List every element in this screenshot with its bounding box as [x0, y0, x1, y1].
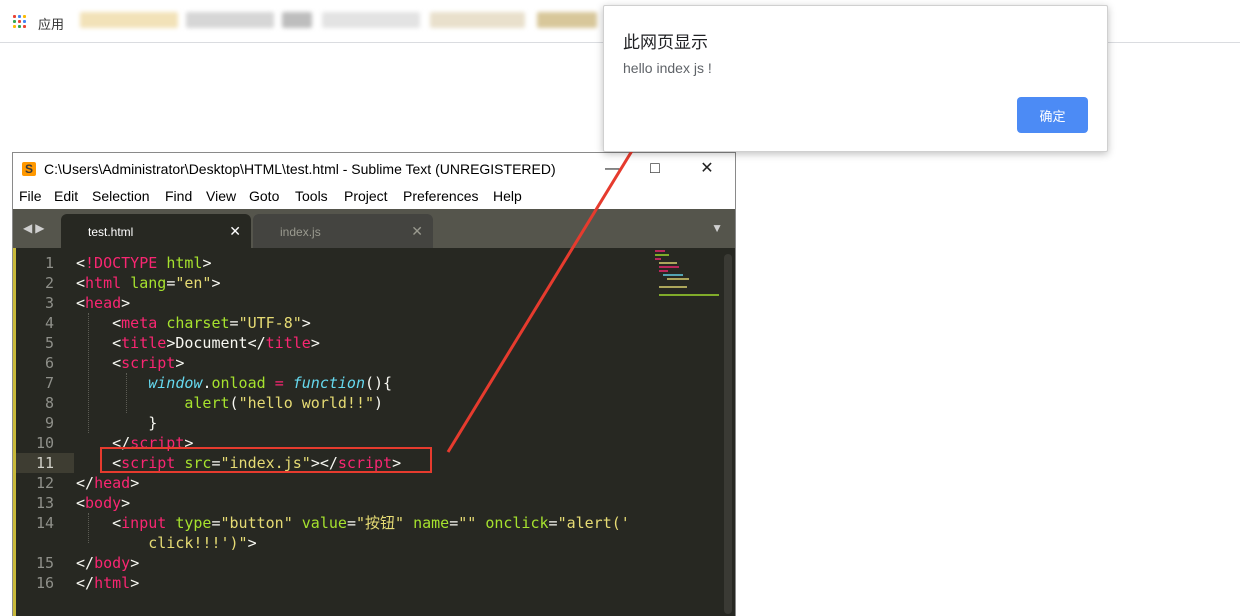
blurred-bookmark[interactable]: [282, 12, 312, 28]
code-line: window.onload = function(){: [148, 374, 393, 392]
menu-file[interactable]: File: [19, 188, 42, 204]
code-line: <meta charset="UTF-8">: [112, 314, 311, 332]
line-number: 1: [44, 254, 54, 272]
line-number: 10: [35, 434, 54, 452]
code-line: <script>: [112, 354, 185, 372]
tab-test-html[interactable]: test.html ✕: [61, 214, 251, 248]
menu-tools[interactable]: Tools: [295, 188, 328, 204]
line-number: 13: [35, 494, 54, 512]
code-line: click!!!')">: [148, 534, 257, 552]
blurred-bookmark[interactable]: [322, 12, 420, 28]
annotation-highlight-box: [100, 447, 432, 473]
blurred-bookmark[interactable]: [186, 12, 274, 28]
close-icon[interactable]: ✕: [692, 157, 722, 181]
menu-find[interactable]: Find: [165, 188, 192, 204]
line-number: 5: [44, 334, 54, 352]
ok-button[interactable]: 确定: [1017, 97, 1088, 133]
line-number: 12: [35, 474, 54, 492]
line-number: 15: [35, 554, 54, 572]
dialog-title: 此网页显示: [623, 33, 708, 52]
tab-close-icon[interactable]: ✕: [229, 223, 241, 240]
code-line: </html>: [76, 574, 140, 592]
line-number: 2: [44, 274, 54, 292]
maximize-icon[interactable]: □: [640, 157, 670, 181]
apps-label[interactable]: 应用: [38, 14, 64, 33]
line-number: 4: [44, 314, 54, 332]
line-number: 11: [35, 454, 54, 472]
line-number: 9: [44, 414, 54, 432]
code-line: }: [148, 414, 158, 432]
menu-goto[interactable]: Goto: [249, 188, 279, 204]
code-line: <head>: [76, 294, 131, 312]
menu-bar: File Edit Selection Find View Goto Tools…: [13, 186, 735, 209]
code-line: </head>: [76, 474, 140, 492]
tab-bar: ◀▶ test.html ✕ index.js ✕ ▼: [13, 209, 735, 248]
sublime-logo-icon: S: [22, 162, 36, 176]
tab-nav-arrows-icon[interactable]: ◀▶: [23, 221, 47, 235]
code-line: <title>Document</title>: [112, 334, 320, 352]
tab-label: index.js: [280, 225, 321, 239]
blurred-bookmark[interactable]: [537, 12, 597, 28]
code-line: <html lang="en">: [76, 274, 221, 292]
menu-help[interactable]: Help: [493, 188, 522, 204]
tab-label: test.html: [88, 225, 134, 239]
code-line: <!DOCTYPE html>: [76, 254, 212, 272]
tab-close-icon[interactable]: ✕: [411, 223, 423, 240]
menu-edit[interactable]: Edit: [54, 188, 78, 204]
line-number: 16: [35, 574, 54, 592]
window-title: C:\Users\Administrator\Desktop\HTML\test…: [44, 161, 556, 177]
minimap[interactable]: [653, 248, 723, 298]
scrollbar[interactable]: [724, 254, 732, 614]
code-line: </body>: [76, 554, 140, 572]
dialog-message: hello index js !: [623, 60, 712, 76]
menu-view[interactable]: View: [206, 188, 236, 204]
code-line: <input type="button" value="按钮" name="" …: [112, 514, 630, 532]
minimize-icon[interactable]: —: [598, 157, 628, 181]
code-line: alert("hello world!!"): [184, 394, 384, 412]
code-line: <body>: [76, 494, 131, 512]
blurred-bookmark[interactable]: [430, 12, 525, 28]
line-number: 3: [44, 294, 54, 312]
line-number: 7: [44, 374, 54, 392]
title-bar: S C:\Users\Administrator\Desktop\HTML\te…: [13, 153, 735, 186]
blurred-bookmark[interactable]: [80, 12, 178, 28]
line-number: 6: [44, 354, 54, 372]
line-number: 14: [35, 514, 54, 532]
menu-selection[interactable]: Selection: [92, 188, 150, 204]
alert-dialog: 此网页显示 hello index js ! 确定: [603, 5, 1108, 152]
tab-index-js[interactable]: index.js ✕: [253, 214, 433, 248]
code-editor[interactable]: 1 <!DOCTYPE html> 2 <html lang="en"> 3 <hea…: [16, 248, 735, 616]
sublime-text-window: S C:\Users\Administrator\Desktop\HTML\te…: [12, 152, 736, 616]
tab-dropdown-icon[interactable]: ▼: [711, 221, 723, 235]
menu-project[interactable]: Project: [344, 188, 388, 204]
menu-preferences[interactable]: Preferences: [403, 188, 478, 204]
line-number: 8: [44, 394, 54, 412]
apps-grid-icon[interactable]: [13, 15, 27, 29]
